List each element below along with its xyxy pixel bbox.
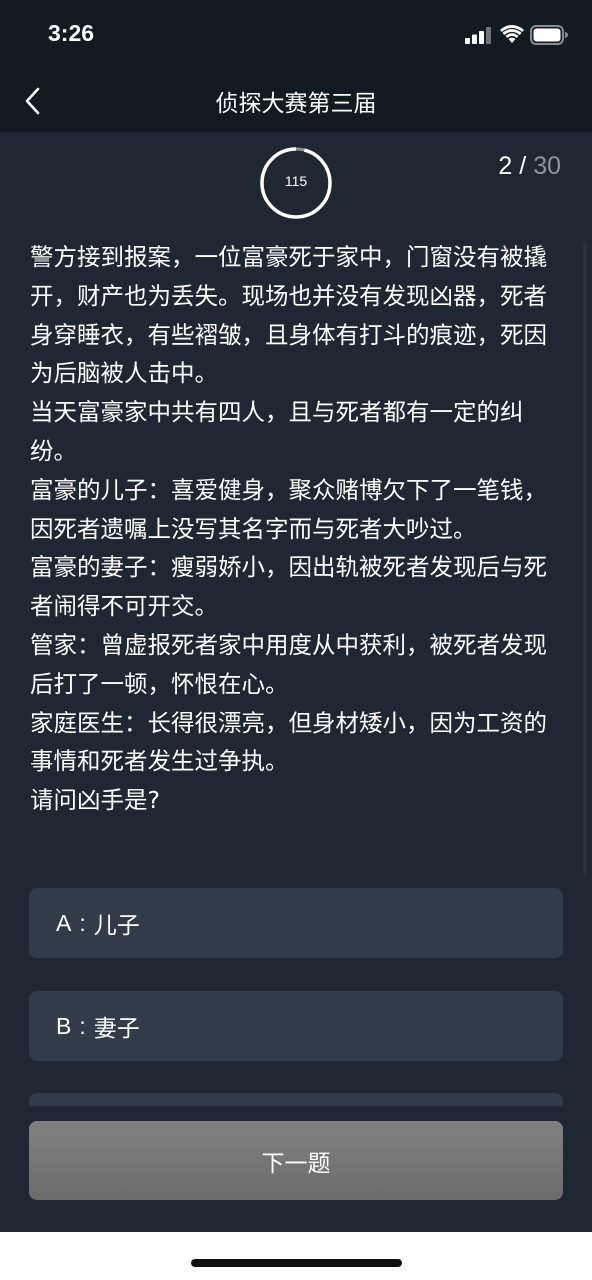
option-separator: : (79, 909, 86, 936)
progress-current: 2 (498, 152, 513, 180)
option-letter: B (56, 1012, 72, 1039)
cellular-signal-icon (465, 27, 491, 44)
scrollbar[interactable] (583, 243, 587, 875)
status-time: 3:26 (48, 20, 95, 46)
status-bar: 3:26 (0, 0, 592, 70)
question-paragraph: 富豪的妻子：瘦弱娇小，因出轨被死者发现后与死者闹得不可开交。 (30, 553, 547, 621)
option-text: 儿子 (93, 913, 140, 939)
question-progress: 2 / 30 (498, 152, 561, 181)
timer-value: 115 (284, 173, 308, 189)
progress-separator: / (519, 152, 527, 180)
question-paragraph: 管家：曾虚报死者家中用度从中获利，被死者发现后打了一顿，怀恨在心。 (30, 630, 547, 698)
nav-bar: 侦探大赛第三届 (0, 70, 592, 132)
option-letter: A (56, 909, 72, 936)
question-paragraph: 富豪的儿子：喜爱健身，聚众赌博欠下了一笔钱，因死者遗嘱上没写其名字而与死者大吵过… (30, 475, 547, 543)
question-text: 警方接到报案，一位富豪死于家中，门窗没有被撬开，财产也为丢失。现场也并没有发现凶… (30, 238, 570, 820)
home-indicator[interactable] (191, 1259, 402, 1267)
question-paragraph: 家庭医生：长得很漂亮，但身材矮小，因为工资的事情和死者发生过争执。 (30, 708, 547, 776)
option-text: 妻子 (93, 1016, 140, 1042)
answer-option-c-partial[interactable] (29, 1093, 563, 1107)
option-separator: : (79, 1012, 86, 1039)
countdown-timer: 115 (260, 147, 332, 219)
answer-option-a[interactable]: A : 儿子 (29, 888, 563, 958)
page-title: 侦探大赛第三届 (215, 91, 377, 117)
app-screen: 3:26 侦探大赛第三届 115 2 / 30 警方接到报案，一位富豪死于家中，… (0, 0, 592, 1232)
question-paragraph: 警方接到报案，一位富豪死于家中，门窗没有被撬开，财产也为丢失。现场也并没有发现凶… (30, 243, 547, 388)
battery-icon (530, 25, 568, 45)
question-paragraph: 当天富豪家中共有四人，且与死者都有一定的纠纷。 (30, 398, 524, 465)
question-prompt: 请问凶手是? (30, 786, 160, 815)
header: 3:26 侦探大赛第三届 (0, 0, 592, 132)
next-question-button[interactable]: 下一题 (29, 1121, 563, 1200)
wifi-icon (500, 25, 524, 43)
answer-option-b[interactable]: B : 妻子 (29, 991, 563, 1061)
progress-total: 30 (533, 152, 561, 180)
